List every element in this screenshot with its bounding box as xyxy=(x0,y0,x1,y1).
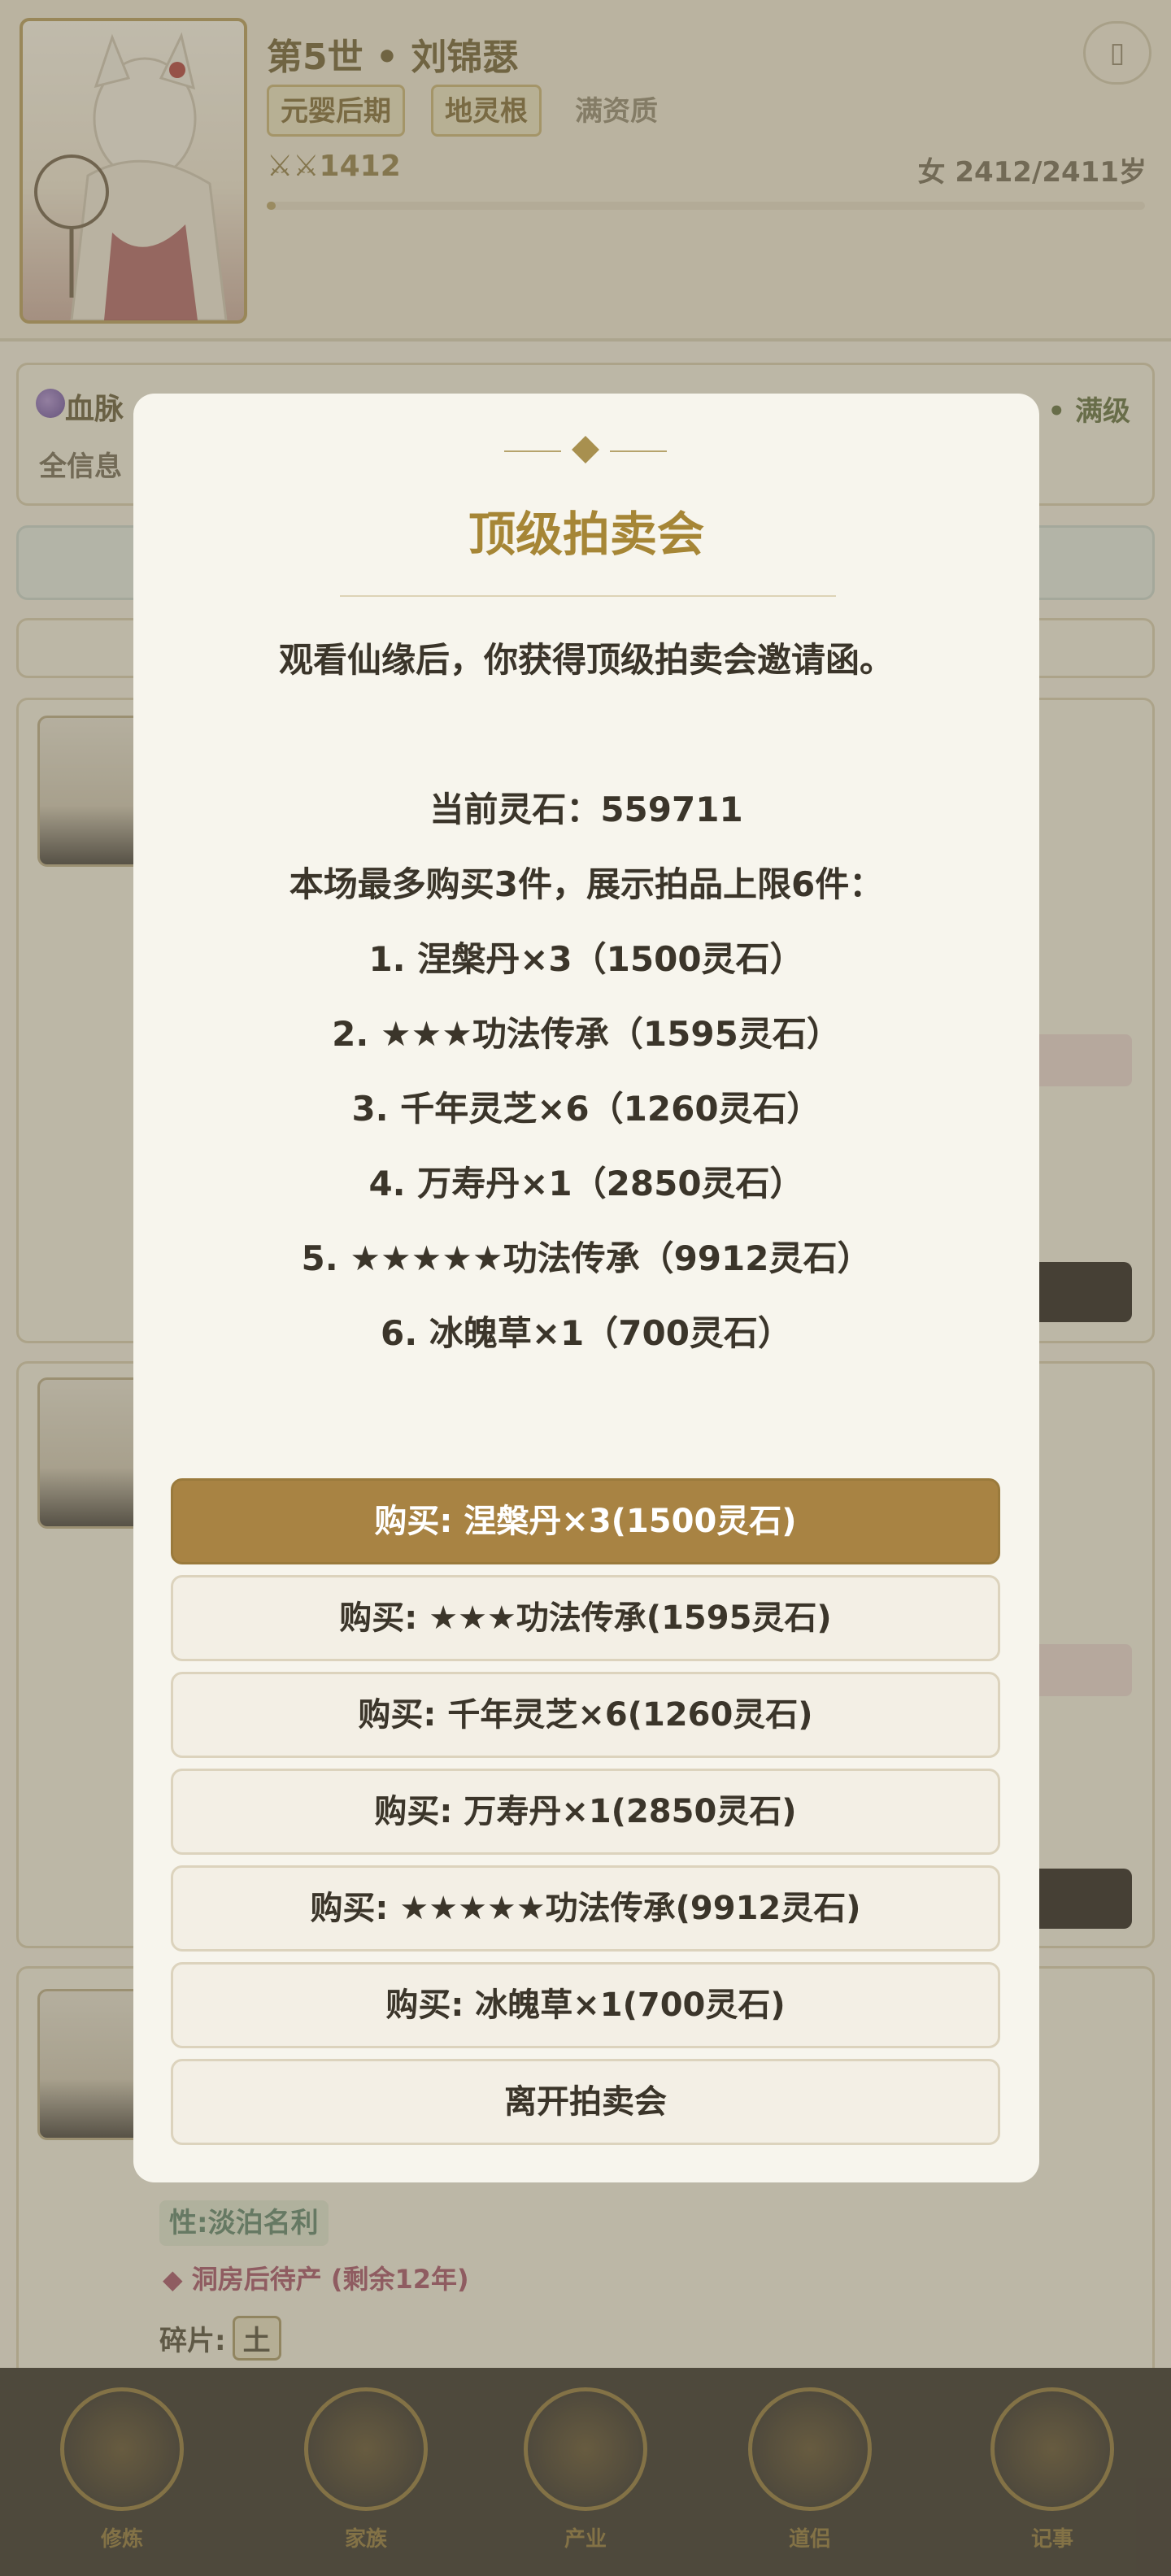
auction-item: 3. 千年灵芝×6（1260灵石） xyxy=(351,1089,821,1129)
auction-modal: 顶级拍卖会 观看仙缘后，你获得顶级拍卖会邀请函。 当前灵石：559711 本场最… xyxy=(133,394,1039,2182)
auction-item: 5. ★★★★★功法传承（9912灵石） xyxy=(301,1238,872,1278)
current-spirit-stones: 当前灵石：559711 xyxy=(429,790,743,829)
buy-button-4[interactable]: 购买: 万寿丹×1(2850灵石) xyxy=(171,1769,1000,1855)
auction-item: 6. 冰魄草×1（700灵石） xyxy=(381,1313,792,1353)
diamond-icon xyxy=(572,436,599,463)
title-ornament xyxy=(504,436,667,463)
buy-button-3[interactable]: 购买: 千年灵芝×6(1260灵石) xyxy=(171,1672,1000,1758)
modal-intro: 观看仙缘后，你获得顶级拍卖会邀请函。 xyxy=(278,640,894,680)
buy-button-2[interactable]: 购买: ★★★功法传承(1595灵石) xyxy=(171,1575,1000,1661)
app-root: 第5世 • 刘锦瑟 元婴后期 地灵根 满资质 ⚔⚔1412 女 2412/241… xyxy=(0,0,1171,2576)
ornament-line-right xyxy=(610,450,667,452)
purchase-limit: 本场最多购买3件，展示拍品上限6件： xyxy=(289,864,884,904)
buy-button-5[interactable]: 购买: ★★★★★功法传承(9912灵石) xyxy=(171,1865,1000,1952)
ornament-line-left xyxy=(504,450,561,452)
buy-button-1[interactable]: 购买: 涅槃丹×3(1500灵石) xyxy=(171,1478,1000,1564)
modal-title: 顶级拍卖会 xyxy=(468,507,704,562)
auction-item: 4. 万寿丹×1（2850灵石） xyxy=(368,1164,804,1203)
title-divider xyxy=(340,595,836,597)
auction-item: 1. 涅槃丹×3（1500灵石） xyxy=(368,939,804,979)
buy-button-6[interactable]: 购买: 冰魄草×1(700灵石) xyxy=(171,1962,1000,2048)
auction-item: 2. ★★★功法传承（1595灵石） xyxy=(332,1014,841,1054)
leave-auction-button[interactable]: 离开拍卖会 xyxy=(171,2059,1000,2145)
